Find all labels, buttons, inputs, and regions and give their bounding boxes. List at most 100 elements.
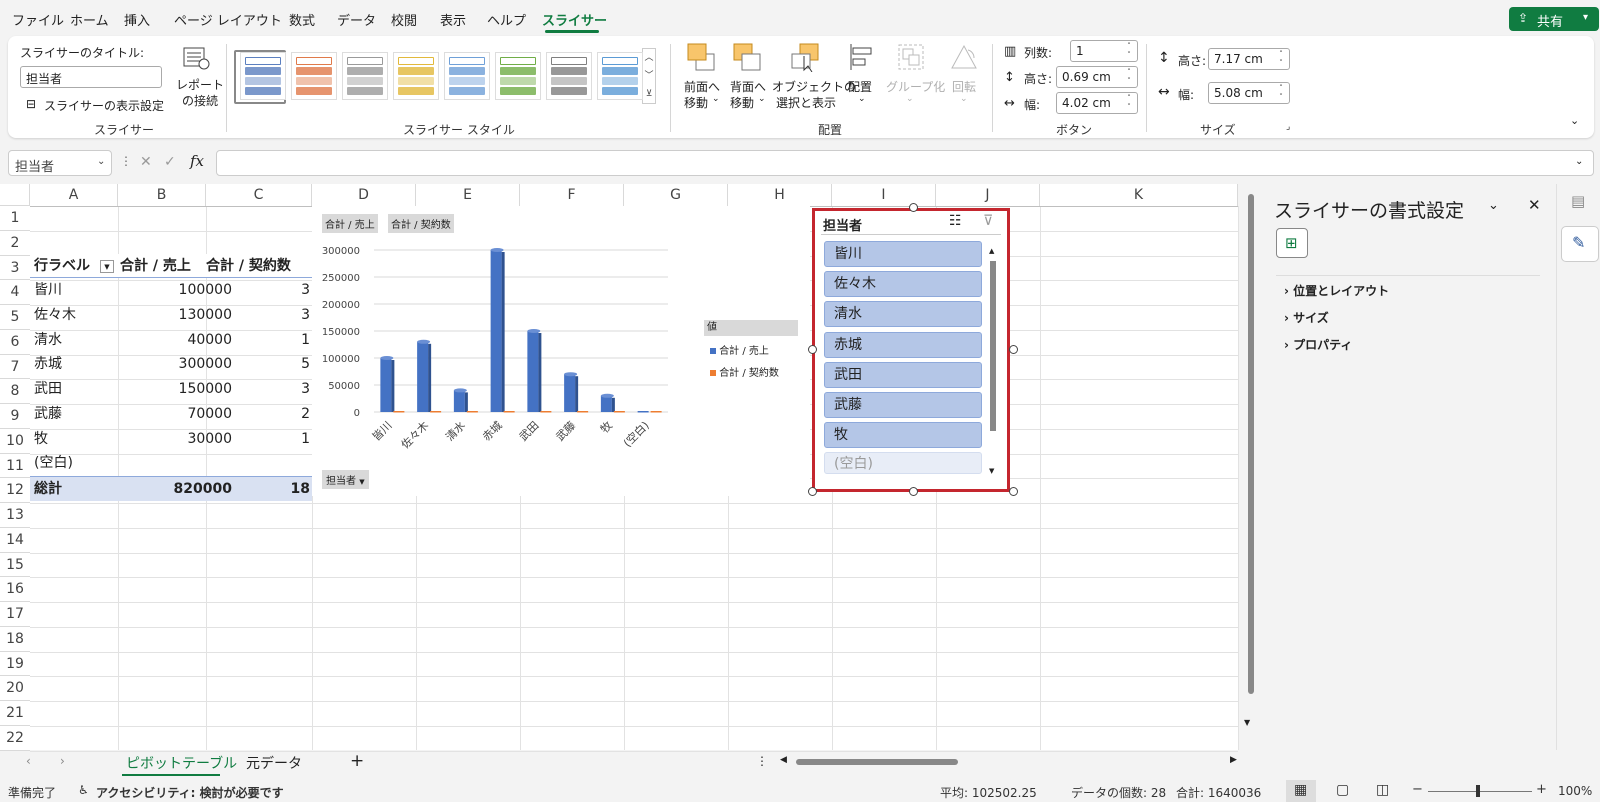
slicer-style-thumbnail[interactable] — [495, 52, 541, 100]
menu-insert[interactable]: 挿入 — [124, 10, 150, 29]
section-properties[interactable]: › プロパティ — [1284, 336, 1352, 353]
row-header-16[interactable]: 16 — [0, 577, 30, 602]
more-sheets-icon[interactable]: ⋮ — [756, 754, 768, 768]
chart-bar[interactable] — [600, 395, 612, 412]
row-header-22[interactable]: 22 — [0, 726, 30, 751]
zoom-level[interactable]: 100% — [1558, 784, 1592, 798]
row-header-5[interactable]: 5 — [0, 305, 30, 330]
slicer-width-spinner[interactable]: ˄ ˅ — [1276, 84, 1286, 102]
page-layout-view-icon[interactable]: ▢ — [1336, 782, 1349, 798]
resize-handle-bottom[interactable] — [909, 487, 918, 496]
scroll-down-icon[interactable]: ▼ — [1244, 718, 1250, 727]
slicer-item[interactable]: 牧 — [824, 422, 982, 449]
row-header-1[interactable]: 1 — [0, 206, 30, 231]
chart-bar[interactable] — [453, 390, 465, 412]
group-button[interactable]: グループ化 ⌄ — [884, 42, 945, 112]
send-backward-button[interactable]: 背面へ 移動 ⌄ — [726, 42, 770, 112]
row-header-8[interactable]: 8 — [0, 379, 30, 404]
section-size[interactable]: › サイズ — [1284, 309, 1329, 326]
resize-handle-bottom-left[interactable] — [808, 487, 817, 496]
chevron-down-icon[interactable]: ﹀ — [643, 67, 655, 85]
resize-handle-right[interactable] — [1009, 345, 1018, 354]
column-header-f[interactable]: F — [520, 184, 624, 206]
slicer-item[interactable]: 赤城 — [824, 331, 982, 358]
columns-spinner[interactable]: ˄ ˅ — [1124, 42, 1134, 60]
slicer-style-thumbnail[interactable] — [444, 52, 490, 100]
column-header-i[interactable]: I — [832, 184, 936, 206]
column-header-c[interactable]: C — [206, 184, 312, 206]
align-button[interactable]: 配置 ⌄ — [844, 42, 880, 112]
page-break-view-icon[interactable]: ◫ — [1376, 782, 1389, 798]
add-sheet-icon[interactable]: + — [350, 751, 364, 771]
multi-select-icon[interactable]: ☷ — [949, 213, 962, 229]
vertical-scroll-thumb[interactable] — [1248, 194, 1254, 694]
pane-options-chevron-icon[interactable]: ⌄ — [1488, 198, 1499, 213]
vertical-scrollbar[interactable]: ▼ — [1244, 186, 1254, 732]
chart-bar[interactable] — [637, 411, 649, 413]
column-header-k[interactable]: K — [1040, 184, 1238, 206]
cancel-icon[interactable]: ✕ — [140, 154, 152, 170]
sheet-tab-pivot[interactable]: ピボットテーブル — [126, 753, 237, 773]
gallery-scroll[interactable]: ︿ ﹀ ⊻ — [642, 48, 656, 104]
menu-formulas[interactable]: 数式 — [289, 10, 315, 29]
status-average[interactable]: 平均: 102502.25 — [940, 784, 1037, 801]
resize-handle-top[interactable] — [909, 203, 918, 212]
row-header-18[interactable]: 18 — [0, 627, 30, 652]
chart-bar[interactable] — [577, 411, 589, 413]
pivot-row[interactable]: 赤城 300000 5 — [30, 352, 312, 376]
zoom-in-icon[interactable]: + — [1536, 782, 1547, 797]
resize-handle-bottom-right[interactable] — [1009, 487, 1018, 496]
clear-filter-icon[interactable]: ⊽ — [983, 213, 993, 229]
slicer-style-thumbnail[interactable] — [597, 52, 643, 100]
chart-bar[interactable] — [613, 411, 625, 413]
filter-dropdown-icon[interactable]: ▼ — [100, 260, 114, 273]
select-all-corner[interactable] — [0, 184, 30, 206]
menu-review[interactable]: 校閲 — [391, 10, 417, 29]
chart-bar[interactable] — [380, 358, 392, 412]
slicer-item[interactable]: (空白) — [824, 452, 982, 475]
report-connections-button[interactable]: レポート の接続 — [172, 42, 224, 112]
chart-bar[interactable] — [527, 331, 539, 412]
status-sum[interactable]: 合計: 1640036 — [1176, 784, 1261, 801]
selection-pane-button[interactable]: オブジェクトの 選択と表示 — [772, 42, 856, 112]
chevron-down-icon[interactable]: ⌄ — [97, 156, 105, 167]
zoom-slider-thumb[interactable] — [1476, 785, 1480, 797]
slicer-height-spinner[interactable]: ˄ ˅ — [1276, 50, 1286, 68]
slicer-item[interactable]: 皆川 — [824, 241, 982, 267]
chart-bar[interactable] — [490, 250, 502, 412]
slicer-settings-button[interactable]: ⊟ スライサーの表示設定 — [24, 96, 164, 114]
sheet-tab-source[interactable]: 元データ — [246, 753, 302, 773]
slicer-scroll-thumb[interactable] — [990, 261, 996, 431]
ribbon-collapse-icon[interactable]: ⌄ — [1570, 114, 1579, 127]
menu-view[interactable]: 表示 — [440, 10, 466, 29]
row-header-4[interactable]: 4 — [0, 280, 30, 305]
pivot-row[interactable]: 清水 40000 1 — [30, 328, 312, 352]
pivot-row[interactable]: 牧 30000 1 — [30, 427, 312, 451]
chart-bar[interactable] — [430, 411, 442, 413]
chart-field-button-count[interactable]: 合計 / 契約数 — [388, 214, 454, 233]
column-header-b[interactable]: B — [118, 184, 206, 206]
row-header-15[interactable]: 15 — [0, 553, 30, 578]
row-header-21[interactable]: 21 — [0, 701, 30, 726]
slicer-style-thumbnail[interactable] — [393, 52, 439, 100]
horizontal-scrollbar[interactable]: ◀ ▶ — [780, 755, 1237, 767]
format-pane-toggle[interactable]: ✎ — [1561, 226, 1599, 262]
row-header-19[interactable]: 19 — [0, 652, 30, 677]
slicer-item[interactable]: 佐々木 — [824, 271, 982, 298]
zoom-slider[interactable] — [1428, 791, 1532, 792]
column-header-h[interactable]: H — [728, 184, 832, 206]
bring-forward-button[interactable]: 前面へ 移動 ⌄ — [680, 42, 722, 112]
menu-data[interactable]: データ — [337, 10, 376, 29]
column-header-j[interactable]: J — [936, 184, 1040, 206]
slicer-style-thumbnail[interactable] — [342, 52, 388, 100]
close-icon[interactable]: ✕ — [1528, 196, 1541, 214]
pivot-row[interactable]: 武田 150000 3 — [30, 377, 312, 401]
scroll-right-icon[interactable]: ▶ — [1230, 755, 1237, 765]
share-button[interactable]: ⇪ 共有 ▾ — [1509, 7, 1599, 31]
chart-bar[interactable] — [564, 374, 576, 412]
name-box[interactable]: 担当者 ⌄ — [8, 150, 112, 176]
more-options-icon[interactable]: ⋮ — [120, 154, 132, 168]
menu-help[interactable]: ヘルプ — [487, 10, 526, 29]
row-header-14[interactable]: 14 — [0, 528, 30, 553]
row-header-6[interactable]: 6 — [0, 330, 30, 355]
